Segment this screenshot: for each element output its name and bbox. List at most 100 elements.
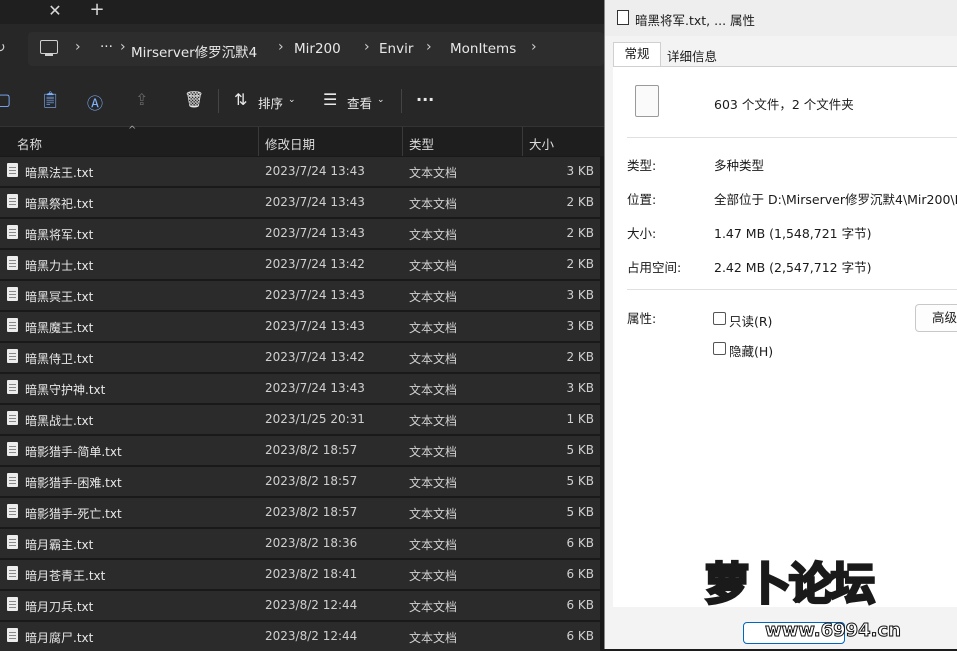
file-name: 暗黑冥王.txt — [25, 290, 94, 304]
file-type: 文本文档 — [409, 383, 458, 397]
breadcrumb-item[interactable]: Mir200 — [294, 41, 341, 57]
file-name: 暗影猎手-死亡.txt — [25, 507, 122, 521]
attributes-label: 属性: — [627, 311, 657, 326]
file-size: 3 KB — [566, 381, 594, 395]
multiple-files-icon — [629, 85, 659, 121]
file-name: 暗月霸主.txt — [25, 538, 94, 552]
chevron-down-icon: ⌄ — [288, 95, 296, 105]
file-row[interactable]: 暗黑魔王.txt 2023/7/24 13:43 文本文档 3 KB — [0, 312, 600, 341]
more-options-icon[interactable]: ··· — [416, 90, 434, 109]
disk-size-label: 占用空间: — [627, 260, 682, 275]
cut-icon[interactable]: ▢ — [0, 90, 11, 109]
file-type: 文本文档 — [409, 414, 458, 428]
file-size: 3 KB — [566, 164, 594, 178]
column-headers: ^ 名称 修改日期 类型 大小 — [0, 125, 604, 156]
file-size: 3 KB — [566, 319, 594, 333]
file-size: 6 KB — [566, 598, 594, 612]
file-row[interactable]: 暗月霸主.txt 2023/8/2 18:36 文本文档 6 KB — [0, 529, 600, 558]
file-name: 暗黑守护神.txt — [25, 383, 106, 397]
hidden-label[interactable]: 隐藏(H) — [729, 341, 773, 360]
text-file-icon — [7, 442, 18, 456]
share-icon[interactable]: ⇪ — [135, 90, 148, 109]
chevron-right-icon: › — [426, 39, 432, 55]
column-header-size[interactable]: 大小 — [529, 134, 554, 153]
file-row[interactable]: 暗月苍青王.txt 2023/8/2 18:41 文本文档 6 KB — [0, 560, 600, 589]
file-row[interactable]: 暗月腐尸.txt 2023/8/2 12:44 文本文档 6 KB — [0, 622, 600, 651]
view-icon: ☰ — [323, 90, 338, 109]
column-divider[interactable] — [402, 127, 403, 156]
divider — [627, 289, 957, 290]
tab-bar: ✕ + — [0, 0, 604, 24]
file-row[interactable]: 暗黑冥王.txt 2023/7/24 13:43 文本文档 3 KB — [0, 281, 600, 310]
text-file-icon — [7, 256, 18, 270]
file-modified-date: 2023/8/2 18:36 — [265, 536, 358, 550]
sort-ascending-icon: ^ — [128, 125, 137, 136]
file-name: 暗黑将军.txt — [25, 228, 94, 242]
file-modified-date: 2023/7/24 13:43 — [265, 195, 365, 209]
advanced-button[interactable]: 高级 — [915, 304, 957, 332]
file-row[interactable]: 暗影猎手-简单.txt 2023/8/2 18:57 文本文档 5 KB — [0, 436, 600, 465]
file-row[interactable]: 暗黑祭祀.txt 2023/7/24 13:43 文本文档 2 KB — [0, 188, 600, 217]
dialog-title: 暗黑将军.txt, ... 属性 — [635, 13, 756, 28]
file-row[interactable]: 暗影猎手-死亡.txt 2023/8/2 18:57 文本文档 5 KB — [0, 498, 600, 527]
location-value: 全部位于 D:\Mirserver修罗沉默4\Mir200\Envir — [714, 192, 957, 207]
tab-details[interactable]: 详细信息 — [667, 46, 717, 65]
file-row[interactable]: 暗影猎手-困难.txt 2023/8/2 18:57 文本文档 5 KB — [0, 467, 600, 496]
file-row[interactable]: 暗黑守护神.txt 2023/7/24 13:43 文本文档 3 KB — [0, 374, 600, 403]
disk-size-value: 2.42 MB (2,547,712 字节) — [714, 260, 872, 275]
paste-icon[interactable]: 📋︎ — [40, 90, 60, 109]
file-type: 文本文档 — [409, 445, 458, 459]
file-size: 6 KB — [566, 629, 594, 643]
file-row[interactable]: 暗黑力士.txt 2023/7/24 13:42 文本文档 2 KB — [0, 250, 600, 279]
chevron-right-icon: › — [75, 39, 81, 55]
column-header-type[interactable]: 类型 — [409, 134, 434, 153]
file-size: 1 KB — [566, 412, 594, 426]
file-modified-date: 2023/7/24 13:43 — [265, 226, 365, 240]
close-tab-icon[interactable]: ✕ — [44, 1, 66, 21]
file-size: 3 KB — [566, 288, 594, 302]
text-file-icon — [7, 628, 18, 642]
view-label: 查看 — [347, 96, 373, 111]
computer-icon — [40, 40, 58, 56]
refresh-icon[interactable]: ↻ — [0, 40, 6, 56]
column-header-date[interactable]: 修改日期 — [265, 134, 315, 153]
rename-icon[interactable]: Ⓐ — [87, 90, 103, 114]
text-file-icon — [7, 504, 18, 518]
size-value: 1.47 MB (1,548,721 字节) — [714, 226, 872, 241]
file-row[interactable]: 暗黑将军.txt 2023/7/24 13:43 文本文档 2 KB — [0, 219, 600, 248]
column-divider[interactable] — [258, 127, 259, 156]
column-header-name[interactable]: 名称 — [17, 134, 42, 153]
address-bar[interactable]: › ··· › Mirserver修罗沉默4 › Mir200 › Envir … — [28, 32, 604, 66]
chevron-down-icon: ⌄ — [377, 95, 385, 105]
file-modified-date: 2023/8/2 18:57 — [265, 443, 358, 457]
column-divider[interactable] — [522, 127, 523, 156]
readonly-label[interactable]: 只读(R) — [729, 311, 772, 330]
file-size: 5 KB — [566, 474, 594, 488]
hidden-checkbox[interactable] — [713, 342, 726, 355]
file-size: 2 KB — [566, 350, 594, 364]
file-row[interactable]: 暗黑法王.txt 2023/7/24 13:43 文本文档 3 KB — [0, 157, 600, 186]
file-modified-date: 2023/7/24 13:43 — [265, 288, 365, 302]
breadcrumb-item[interactable]: Envir — [379, 41, 413, 57]
text-file-icon — [7, 194, 18, 208]
readonly-checkbox[interactable] — [713, 312, 726, 325]
document-icon — [617, 10, 629, 25]
tab-general[interactable]: 常规 — [613, 42, 661, 67]
file-modified-date: 2023/7/24 13:42 — [265, 350, 365, 364]
general-panel: 603 个文件，2 个文件夹 类型: 多种类型 位置: 全部位于 D:\Mirs… — [613, 66, 957, 607]
breadcrumb-more[interactable]: ··· — [100, 39, 113, 55]
text-file-icon — [7, 380, 18, 394]
text-file-icon — [7, 566, 18, 580]
file-name: 暗黑战士.txt — [25, 414, 94, 428]
breadcrumb-item[interactable]: Mirserver修罗沉默4 — [131, 41, 257, 61]
file-size: 6 KB — [566, 567, 594, 581]
file-type: 文本文档 — [409, 228, 458, 242]
sort-icon: ⇅ — [234, 90, 248, 109]
file-modified-date: 2023/8/2 18:41 — [265, 567, 358, 581]
file-row[interactable]: 暗黑侍卫.txt 2023/7/24 13:42 文本文档 2 KB — [0, 343, 600, 372]
file-row[interactable]: 暗黑战士.txt 2023/1/25 20:31 文本文档 1 KB — [0, 405, 600, 434]
file-row[interactable]: 暗月刀兵.txt 2023/8/2 12:44 文本文档 6 KB — [0, 591, 600, 620]
new-tab-icon[interactable]: + — [86, 0, 108, 20]
delete-icon[interactable]: 🗑︎ — [184, 90, 204, 109]
breadcrumb-item[interactable]: MonItems — [450, 41, 516, 57]
